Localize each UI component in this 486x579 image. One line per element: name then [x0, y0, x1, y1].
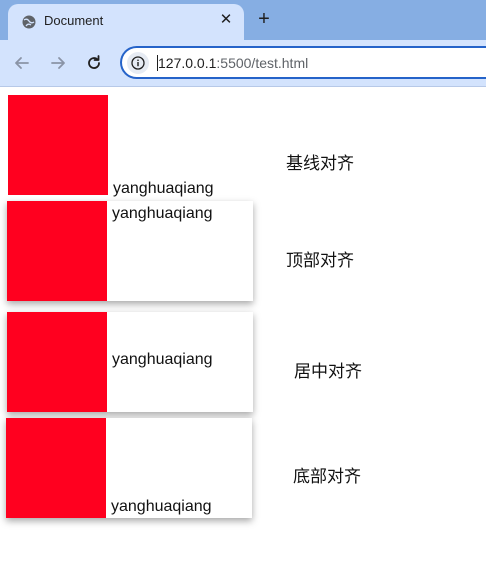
- demo-text: yanghuaqiang: [113, 180, 214, 197]
- alignment-label: 基线对齐: [286, 154, 354, 173]
- back-arrow-icon[interactable]: [11, 52, 33, 74]
- globe-icon: [22, 15, 36, 29]
- close-icon[interactable]: ✕: [218, 12, 234, 28]
- tab-strip: Document ✕ +: [0, 0, 486, 40]
- url-text[interactable]: 127.0.0.1:5500/test.html: [158, 55, 308, 71]
- url-host: 127.0.0.1: [158, 55, 217, 71]
- red-box: [7, 312, 107, 412]
- demo-card: yanghuaqiang: [7, 312, 253, 412]
- red-box: [7, 201, 107, 301]
- plus-icon[interactable]: +: [255, 9, 273, 29]
- alignment-label: 顶部对齐: [286, 251, 354, 270]
- demo-text: yanghuaqiang: [112, 351, 213, 368]
- reload-icon[interactable]: [83, 52, 105, 74]
- alignment-label: 底部对齐: [293, 467, 361, 486]
- url-path: :5500/test.html: [216, 55, 309, 71]
- address-bar[interactable]: 127.0.0.1:5500/test.html: [120, 46, 486, 79]
- red-box: [6, 418, 106, 518]
- tab-document[interactable]: Document ✕: [8, 4, 244, 40]
- red-box: [8, 95, 108, 195]
- demo-text: yanghuaqiang: [111, 498, 212, 515]
- alignment-label: 居中对齐: [294, 362, 362, 381]
- tab-title: Document: [44, 13, 104, 28]
- info-icon[interactable]: [127, 52, 149, 74]
- forward-arrow-icon[interactable]: [47, 52, 69, 74]
- demo-card: yanghuaqiang: [7, 201, 253, 301]
- demo-text: yanghuaqiang: [112, 205, 213, 222]
- demo-card: yanghuaqiang: [6, 418, 252, 518]
- browser-toolbar: 127.0.0.1:5500/test.html: [0, 40, 486, 87]
